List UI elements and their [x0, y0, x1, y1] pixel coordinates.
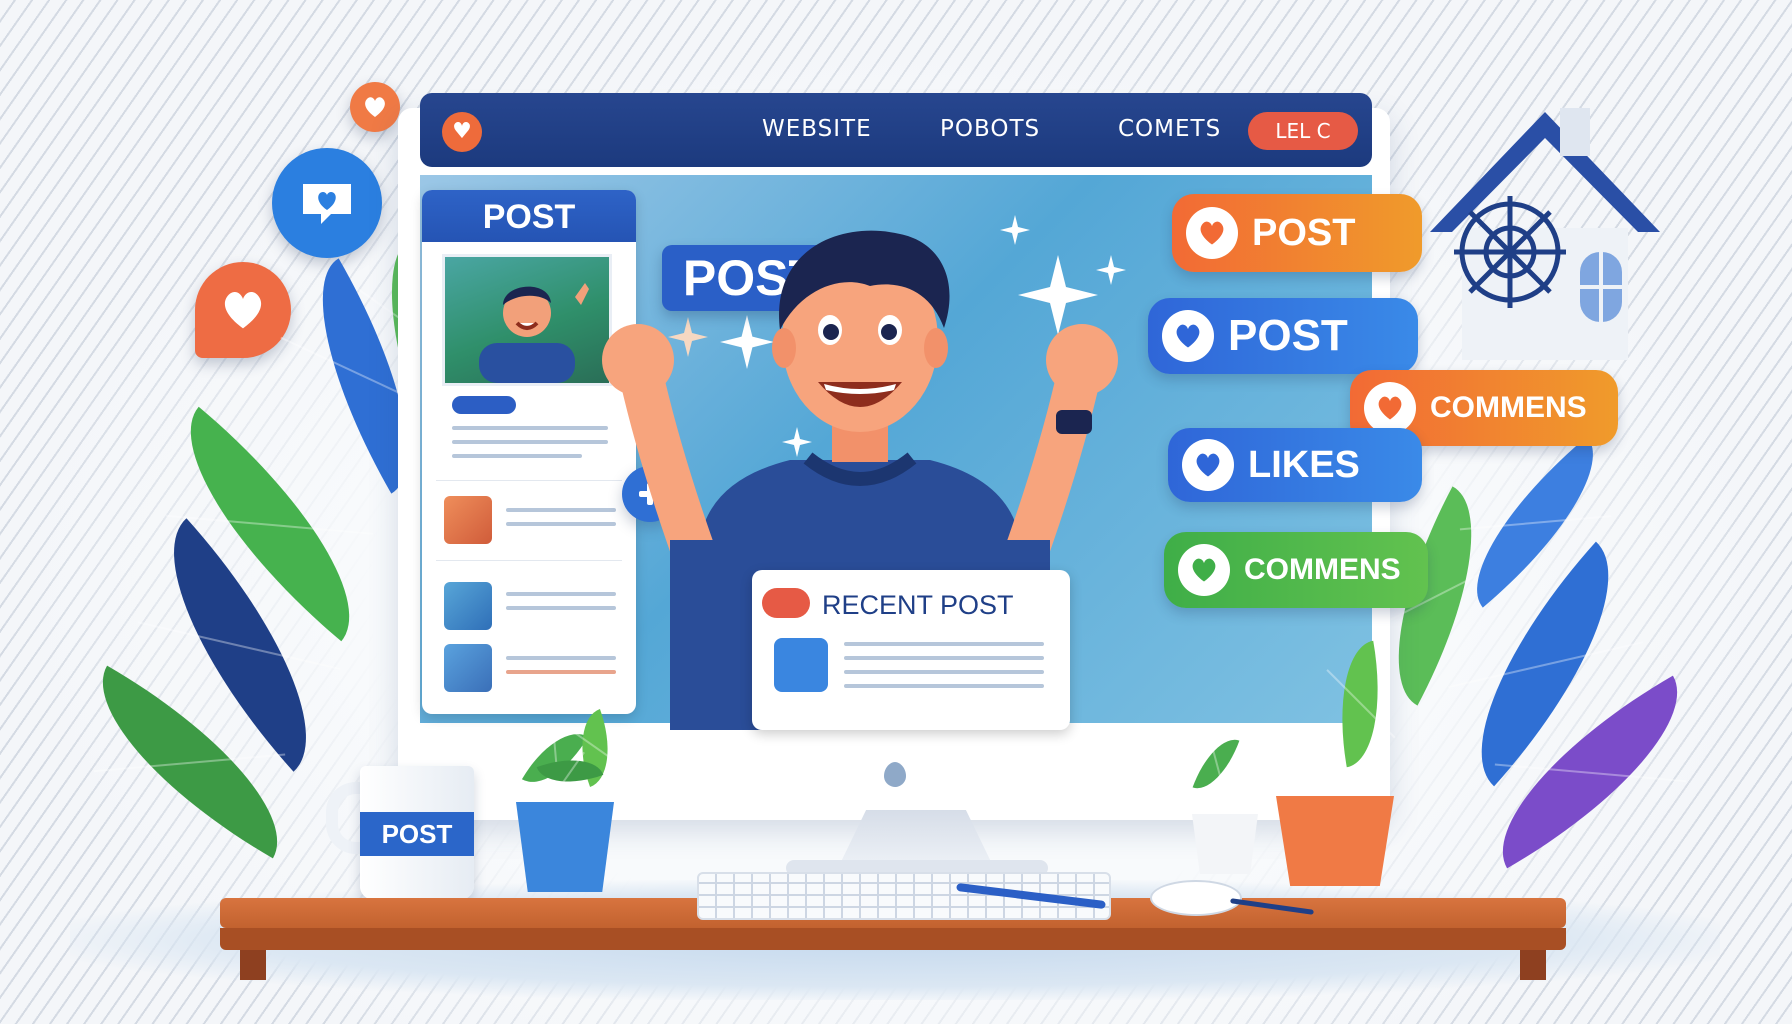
post-tag-pill	[452, 396, 516, 414]
nav-action-pill[interactable]: LEL C	[1248, 112, 1358, 150]
nav-link-comets[interactable]: COMETS	[1118, 116, 1221, 142]
divider	[436, 480, 622, 481]
nav-link-website[interactable]: WEBSITE	[762, 116, 872, 142]
divider	[436, 560, 622, 561]
plant-pot-blue	[516, 802, 614, 892]
badge-label: POST	[1228, 311, 1348, 360]
heart-bubble-small	[350, 82, 400, 132]
top-navigation-bar: ♥ WEBSITE POBOTS COMETS LEL C	[420, 93, 1372, 167]
heart-bubble-large	[195, 262, 291, 358]
list-item-thumbnail[interactable]	[444, 496, 492, 544]
mug-label: POST	[360, 812, 474, 856]
coffee-mug: POST	[360, 766, 474, 900]
badge-label: COMMENS	[1244, 553, 1401, 586]
text-placeholder-line	[844, 656, 1044, 660]
recent-post-badge	[762, 588, 810, 618]
computer-mouse	[1150, 880, 1242, 916]
recent-post-thumbnail[interactable]	[774, 638, 828, 692]
recent-post-card[interactable]: RECENT POST	[752, 570, 1070, 730]
badge-label: LIKES	[1248, 443, 1360, 486]
heart-icon	[365, 97, 385, 117]
heart-logo-icon[interactable]: ♥	[442, 112, 482, 152]
plant-pot-orange	[1276, 796, 1394, 886]
chat-heart-bubble	[272, 148, 382, 258]
text-placeholder-line	[844, 642, 1044, 646]
comments-badge-green[interactable]: COMMENS	[1164, 532, 1428, 608]
plant-pot-white	[1192, 814, 1258, 874]
list-item-thumbnail[interactable]	[444, 582, 492, 630]
text-placeholder-line	[844, 670, 1044, 674]
heart-icon	[1162, 310, 1214, 362]
person-avatar-icon	[479, 283, 589, 383]
chat-heart-icon	[303, 184, 351, 224]
heart-icon	[1178, 544, 1230, 596]
badge-label: COMMENS	[1430, 391, 1587, 424]
heart-icon	[1182, 439, 1234, 491]
post-badge-blue[interactable]: POST	[1148, 298, 1418, 374]
heart-icon	[1364, 382, 1416, 434]
text-placeholder-line	[844, 684, 1044, 688]
nav-link-pobots[interactable]: POBOTS	[940, 116, 1040, 142]
text-placeholder-line	[452, 426, 608, 430]
desk-front	[220, 928, 1566, 950]
apple-logo-icon	[884, 762, 906, 787]
list-item-thumbnail[interactable]	[444, 644, 492, 692]
text-placeholder-line	[452, 454, 582, 458]
likes-badge-blue[interactable]: LIKES	[1168, 428, 1422, 502]
recent-post-title: RECENT POST	[822, 590, 1014, 620]
home-icon	[1430, 108, 1660, 360]
text-placeholder-line	[452, 440, 608, 444]
heart-icon	[1186, 207, 1238, 259]
desk-leg	[240, 950, 266, 980]
post-badge-orange[interactable]: POST	[1172, 194, 1422, 272]
desk-leg	[1520, 950, 1546, 980]
heart-icon	[224, 292, 262, 329]
post-photo[interactable]	[442, 254, 612, 386]
badge-label: POST	[1252, 211, 1356, 254]
